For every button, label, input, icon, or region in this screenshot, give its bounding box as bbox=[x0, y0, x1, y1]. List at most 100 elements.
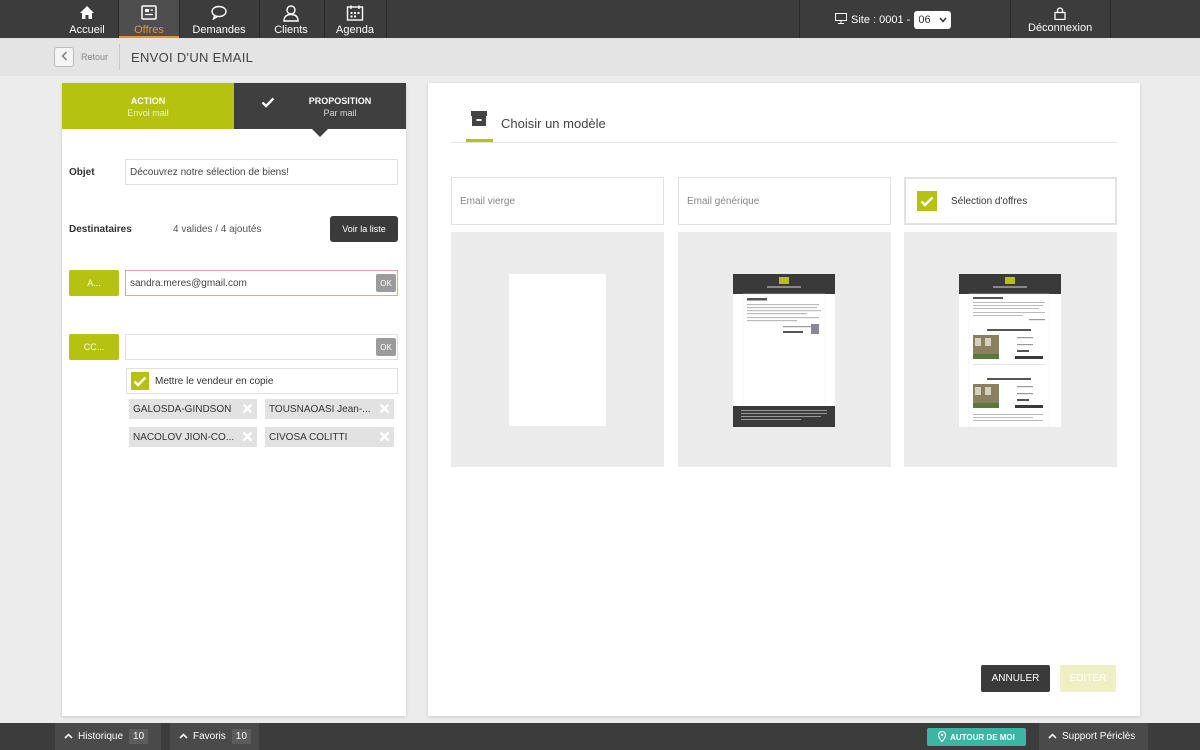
recipient-chip: CIVOSA COLITTI bbox=[265, 427, 394, 447]
email-form-panel: ACTION Envoi mail PROPOSITION Par mail O… bbox=[62, 83, 406, 716]
close-icon[interactable] bbox=[379, 431, 390, 445]
step-action-title: ACTION bbox=[130, 96, 166, 106]
nav-agenda-label: Agenda bbox=[336, 24, 374, 36]
copy-seller-label: Mettre le vendeur en copie bbox=[155, 375, 274, 387]
nav-accueil[interactable]: Accueil bbox=[57, 0, 117, 38]
subject-label: Objet bbox=[69, 167, 95, 178]
favorites-label: Favoris bbox=[193, 731, 226, 742]
template-generic-option[interactable]: Email générique bbox=[678, 177, 891, 225]
nav-divider bbox=[1010, 0, 1011, 38]
nav-agenda[interactable]: Agenda bbox=[325, 0, 385, 38]
template-offers-option[interactable]: Sélection d'offres bbox=[904, 177, 1117, 225]
heading-accent bbox=[466, 139, 493, 142]
offers-icon bbox=[141, 5, 157, 23]
support-button[interactable]: Support Périclès bbox=[1039, 723, 1148, 750]
cc-button[interactable]: CC... bbox=[69, 334, 119, 360]
recipients-count: 4 valides / 4 ajoutés bbox=[173, 224, 262, 235]
template-offers-preview[interactable] bbox=[904, 232, 1117, 467]
template-blank-label: Email vierge bbox=[460, 195, 516, 207]
subheader-divider bbox=[119, 44, 120, 70]
template-blank-option[interactable]: Email vierge bbox=[451, 177, 664, 225]
nav-demandes[interactable]: Demandes bbox=[189, 0, 249, 38]
history-button[interactable]: Historique 10 bbox=[55, 723, 161, 750]
active-step-indicator bbox=[312, 129, 328, 137]
view-list-button[interactable]: Voir la liste bbox=[330, 216, 398, 242]
ok-label: OK bbox=[380, 342, 392, 352]
copy-seller-checkbox[interactable]: Mettre le vendeur en copie bbox=[126, 368, 398, 394]
view-list-label: Voir la liste bbox=[342, 224, 386, 234]
home-icon bbox=[79, 5, 95, 23]
templates-heading: Choisir un modèle bbox=[501, 116, 606, 131]
step-proposition[interactable]: PROPOSITION Par mail bbox=[234, 83, 406, 129]
around-me-button[interactable]: AUTOUR DE MOI bbox=[927, 728, 1026, 746]
template-offers-label: Sélection d'offres bbox=[951, 195, 1028, 207]
around-me-label: AUTOUR DE MOI bbox=[950, 732, 1015, 742]
cc-email-field[interactable] bbox=[125, 334, 398, 360]
checkbox-checked[interactable] bbox=[131, 372, 149, 390]
to-ok-button[interactable]: OK bbox=[376, 274, 396, 292]
checkbox-checked[interactable] bbox=[917, 191, 937, 211]
logout-label: Déconnexion bbox=[1028, 22, 1093, 34]
nav-accueil-label: Accueil bbox=[69, 24, 105, 36]
blank-page-thumbnail bbox=[509, 274, 606, 426]
favorites-button[interactable]: Favoris 10 bbox=[170, 723, 259, 750]
site-dropdown[interactable]: 06 bbox=[914, 11, 952, 29]
site-label: Site : 0001 - bbox=[851, 14, 911, 26]
template-generic-preview[interactable] bbox=[678, 232, 891, 467]
bottom-bar: Historique 10 Favoris 10 AUTOUR DE MOI S… bbox=[0, 723, 1200, 750]
to-button[interactable]: A... bbox=[69, 270, 119, 296]
site-selector: Site : 0001 - 06 bbox=[835, 11, 952, 29]
step-action-subtitle: Envoi mail bbox=[127, 108, 169, 118]
monitor-icon bbox=[835, 13, 847, 27]
close-icon[interactable] bbox=[242, 431, 253, 445]
user-icon bbox=[283, 5, 299, 25]
top-navigation: Accueil Offres Demandes Clients Agenda S… bbox=[0, 0, 1200, 38]
offers-email-thumbnail bbox=[959, 274, 1061, 427]
nav-offres[interactable]: Offres bbox=[119, 0, 179, 38]
close-icon[interactable] bbox=[242, 403, 253, 417]
close-icon[interactable] bbox=[379, 403, 390, 417]
heading-divider bbox=[451, 142, 1117, 143]
step-action[interactable]: ACTION Envoi mail bbox=[62, 83, 234, 129]
chevron-left-icon bbox=[60, 48, 68, 66]
favorites-count: 10 bbox=[231, 729, 251, 744]
edit-label: EDITER bbox=[1069, 673, 1107, 684]
history-count: 10 bbox=[129, 729, 149, 744]
back-button[interactable] bbox=[54, 47, 74, 67]
to-label: A... bbox=[87, 278, 101, 288]
template-generic-label: Email générique bbox=[687, 195, 760, 207]
chevron-up-icon bbox=[64, 731, 73, 742]
recipients-label: Destinataires bbox=[69, 224, 132, 235]
template-blank-preview[interactable] bbox=[451, 232, 664, 467]
subject-field[interactable]: Découvrez notre sélection de biens! bbox=[125, 159, 398, 185]
lock-icon bbox=[1054, 7, 1066, 23]
nav-divider bbox=[1110, 0, 1111, 38]
to-email-value: sandra.meres@gmail.com bbox=[130, 277, 247, 289]
nav-demandes-label: Demandes bbox=[192, 24, 246, 36]
chevron-up-icon bbox=[179, 731, 188, 742]
map-pin-icon bbox=[938, 730, 947, 744]
cancel-label: ANNULER bbox=[991, 673, 1040, 684]
logout-button[interactable]: Déconnexion bbox=[1028, 0, 1092, 38]
site-dropdown-value: 06 bbox=[918, 14, 931, 26]
recipient-chip: NACOLOV JION-CO... bbox=[129, 427, 257, 447]
nav-clients[interactable]: Clients bbox=[261, 0, 321, 38]
back-label[interactable]: Retour bbox=[81, 52, 108, 62]
support-label: Support Périclès bbox=[1062, 731, 1136, 742]
chevron-up-icon bbox=[1048, 731, 1057, 742]
nav-divider bbox=[799, 0, 800, 38]
to-email-field[interactable]: sandra.meres@gmail.com bbox=[125, 270, 398, 296]
recipient-chip-label: NACOLOV JION-CO... bbox=[133, 431, 235, 443]
recipient-chip: GALOSDA-GINDSON bbox=[129, 399, 257, 419]
chat-icon bbox=[211, 5, 228, 23]
cancel-button[interactable]: ANNULER bbox=[981, 665, 1050, 692]
chevron-down-icon bbox=[939, 14, 947, 26]
checkmark-icon bbox=[261, 97, 275, 110]
calendar-icon bbox=[346, 5, 364, 24]
edit-button[interactable]: EDITER bbox=[1060, 665, 1116, 692]
recipient-chip-label: GALOSDA-GINDSON bbox=[133, 403, 232, 415]
page-title: ENVOI D'UN EMAIL bbox=[131, 50, 254, 65]
nav-divider bbox=[259, 0, 260, 38]
cc-ok-button[interactable]: OK bbox=[376, 338, 396, 356]
ok-label: OK bbox=[380, 278, 392, 288]
